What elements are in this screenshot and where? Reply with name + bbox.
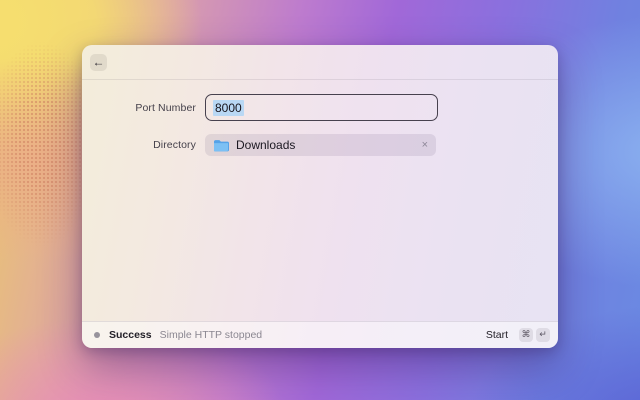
back-button[interactable]: ← bbox=[90, 53, 107, 71]
status-message: Simple HTTP stopped bbox=[159, 329, 263, 341]
directory-chip-name: Downloads bbox=[236, 138, 296, 152]
directory-label: Directory bbox=[153, 139, 196, 151]
remove-directory-icon[interactable]: × bbox=[422, 139, 428, 151]
primary-action[interactable]: Start ⌘ ↵ bbox=[486, 328, 550, 342]
form: Port Number 8000 Directory Downloads × bbox=[82, 80, 558, 156]
status-title: Success bbox=[109, 329, 152, 341]
action-bar: Success Simple HTTP stopped Start ⌘ ↵ bbox=[82, 321, 558, 348]
directory-row: Directory Downloads × bbox=[82, 134, 558, 156]
directory-chip[interactable]: Downloads × bbox=[205, 134, 436, 156]
status-dot-icon bbox=[94, 332, 100, 338]
port-number-value: 8000 bbox=[213, 99, 244, 116]
port-number-row: Port Number 8000 bbox=[82, 94, 558, 121]
folder-icon bbox=[213, 139, 229, 152]
back-arrow-icon: ← bbox=[92, 55, 105, 69]
app-window: ← Port Number 8000 Directory Downloads × bbox=[82, 45, 558, 348]
primary-action-label: Start bbox=[485, 329, 508, 341]
port-number-label: Port Number bbox=[135, 101, 196, 114]
return-key-icon: ↵ bbox=[536, 328, 550, 342]
command-key-icon: ⌘ bbox=[519, 328, 533, 342]
window-header: ← bbox=[82, 45, 558, 80]
port-number-input[interactable]: 8000 bbox=[205, 94, 438, 121]
